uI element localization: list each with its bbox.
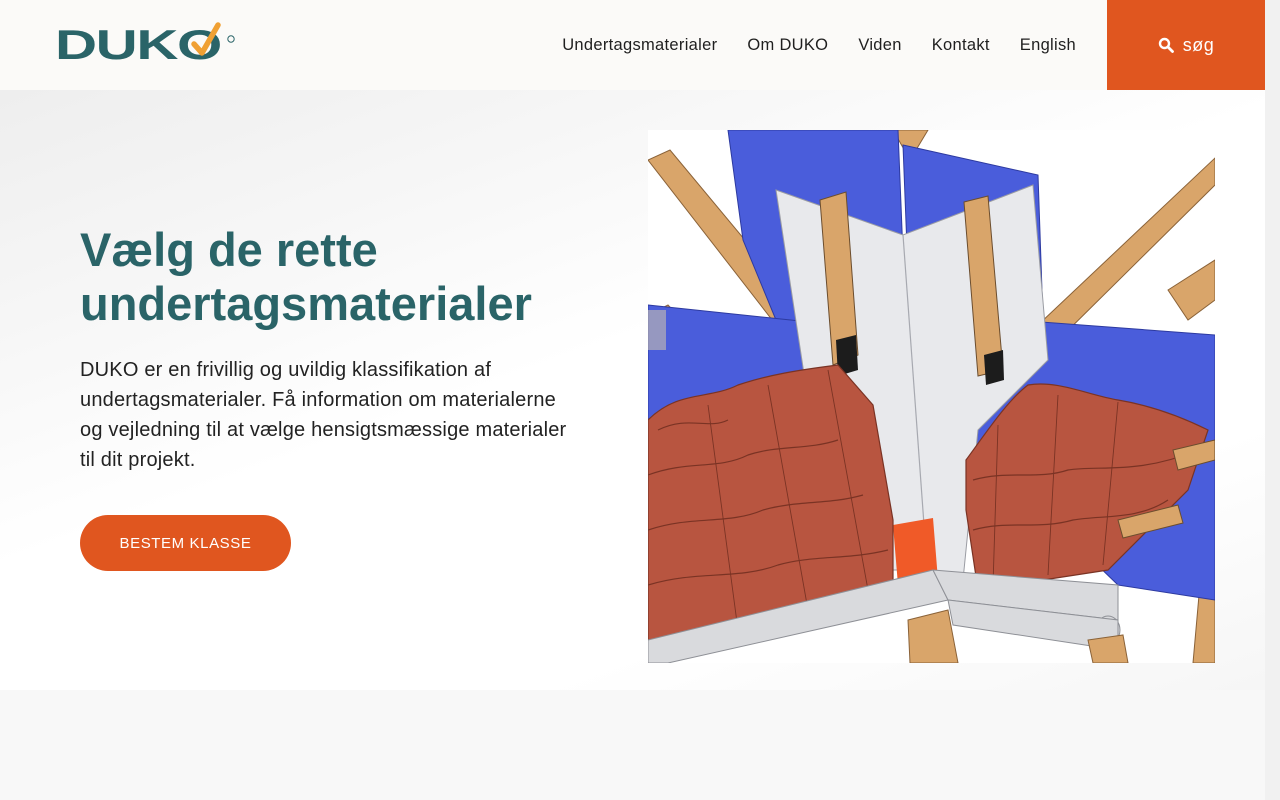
hero-title: Vælg de rette undertagsmaterialer: [80, 223, 532, 330]
nav-kontakt[interactable]: Kontakt: [932, 36, 990, 55]
hero-section: Vælg de rette undertagsmaterialer DUKO e…: [0, 90, 1265, 690]
search-icon: [1158, 37, 1174, 53]
main-nav: Undertagsmaterialer Om DUKO Viden Kontak…: [562, 0, 1076, 90]
search-button[interactable]: søg: [1107, 0, 1265, 90]
nav-om-duko[interactable]: Om DUKO: [747, 36, 828, 55]
registered-mark-icon: [227, 35, 235, 43]
duko-logo[interactable]: DUKO: [55, 21, 237, 68]
nav-undertagsmaterialer[interactable]: Undertagsmaterialer: [562, 36, 717, 55]
page: DUKO Undertagsmaterialer Om DUKO Viden K…: [0, 0, 1265, 800]
duko-logo-mark: DUKO: [55, 21, 235, 68]
nav-viden[interactable]: Viden: [858, 36, 901, 55]
bestem-klasse-button[interactable]: BESTEM KLASSE: [80, 515, 291, 571]
below-fold-section: [0, 690, 1265, 800]
nav-english[interactable]: English: [1020, 36, 1076, 55]
logo-text: DUKO: [55, 22, 221, 62]
search-label: søg: [1182, 34, 1215, 55]
roof-valley-illustration: [648, 130, 1215, 663]
hero-description: DUKO er en frivillig og uvildig klassifi…: [80, 359, 567, 471]
site-header: DUKO Undertagsmaterialer Om DUKO Viden K…: [0, 0, 1265, 90]
page-scrollbar[interactable]: [1265, 0, 1280, 800]
